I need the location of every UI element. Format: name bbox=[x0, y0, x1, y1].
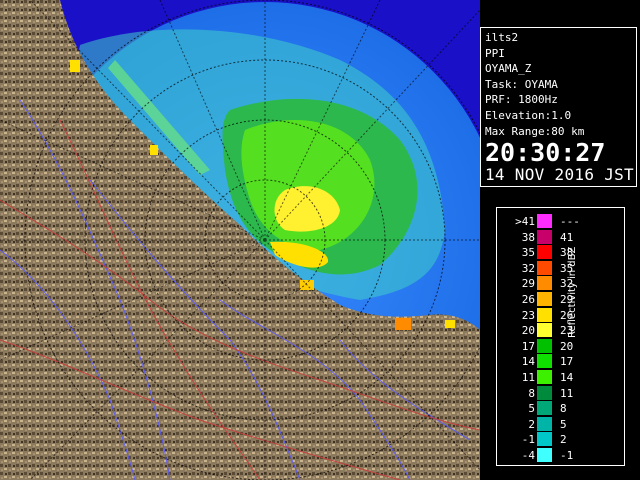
legend-high-value: 11 bbox=[560, 386, 574, 400]
legend-low-value: 11 bbox=[521, 371, 535, 384]
prf-value: PRF: 1800Hz bbox=[485, 93, 558, 107]
scan-date: 14 NOV 2016 JST bbox=[485, 165, 634, 185]
legend-color-swatch bbox=[537, 307, 552, 322]
legend-row: 26 29 bbox=[497, 292, 624, 307]
legend-high-value: 14 bbox=[560, 371, 574, 384]
legend-color-swatch bbox=[537, 354, 552, 369]
legend-color-swatch bbox=[537, 448, 552, 462]
legend-row: -4 -1 bbox=[497, 448, 624, 463]
legend-low-value: 32 bbox=[521, 261, 535, 275]
legend-low-value: 23 bbox=[521, 308, 535, 322]
legend-color-swatch bbox=[537, 260, 552, 275]
legend-row: -1 2 bbox=[497, 432, 624, 447]
legend-high-value: -1 bbox=[560, 449, 574, 462]
legend-row: >41 --- bbox=[497, 214, 624, 229]
legend-low-value: 5 bbox=[528, 402, 535, 416]
legend-low-value: 38 bbox=[521, 230, 535, 244]
legend-color-swatch bbox=[537, 214, 552, 228]
max-range-value: Max Range:80 km bbox=[485, 124, 585, 138]
radar-map bbox=[0, 0, 480, 480]
elevation-value: Elevation:1.0 bbox=[485, 108, 572, 122]
legend-color-swatch bbox=[537, 370, 552, 384]
legend-color-swatch bbox=[537, 338, 552, 353]
legend-color-swatch bbox=[537, 416, 552, 431]
reflectivity-legend: >41 --- 38 41 35 38 32 35 29 32 26 29 23 26 20 23 17 20 14… bbox=[496, 207, 625, 466]
legend-low-value: 2 bbox=[528, 417, 535, 431]
legend-low-value: 8 bbox=[528, 386, 535, 400]
legend-low-value: 26 bbox=[521, 293, 535, 306]
legend-color-swatch bbox=[537, 432, 552, 447]
legend-color-swatch bbox=[537, 401, 552, 416]
radar-ppi-display[interactable] bbox=[0, 0, 480, 480]
legend-row: 32 35 bbox=[497, 260, 624, 276]
legend-low-value: 29 bbox=[521, 277, 535, 291]
legend-row: 58 bbox=[497, 401, 624, 416]
legend-low-value: >41 bbox=[515, 215, 535, 228]
legend-low-value: 35 bbox=[521, 246, 535, 260]
legend-row: 8 11 bbox=[497, 385, 624, 401]
legend-row: 17 20 bbox=[497, 338, 624, 354]
legend-unit-label: Reflectivity in dBZ bbox=[567, 246, 578, 338]
product-name: ilts2 bbox=[485, 31, 519, 44]
legend-high-value: 2 bbox=[560, 433, 567, 447]
legend-color-swatch bbox=[537, 323, 552, 338]
legend-high-value: 17 bbox=[560, 355, 574, 369]
legend-low-value: 17 bbox=[521, 339, 535, 353]
task-name: Task: OYAMA bbox=[485, 77, 558, 91]
legend-row: 11 14 bbox=[497, 370, 624, 385]
legend-low-value: 14 bbox=[521, 355, 535, 369]
scan-time: 20:30:27 bbox=[485, 138, 606, 168]
scan-mode: PPI bbox=[485, 46, 505, 60]
radar-info-panel: ilts2 PPI OYAMA_Z Task: OYAMA PRF: 1800H… bbox=[480, 27, 637, 187]
legend-low-value: -1 bbox=[521, 433, 535, 447]
legend-row: 29 32 bbox=[497, 276, 624, 291]
legend-color-swatch bbox=[537, 276, 552, 291]
legend-row: 35 38 bbox=[497, 245, 624, 260]
legend-color-swatch bbox=[537, 385, 552, 400]
legend-color-swatch bbox=[537, 229, 552, 244]
legend-color-swatch bbox=[537, 292, 552, 306]
legend-high-value: 5 bbox=[560, 417, 567, 431]
legend-low-value: 20 bbox=[521, 324, 535, 338]
legend-row: 23 26 bbox=[497, 307, 624, 323]
legend-high-value: 8 bbox=[560, 402, 567, 416]
legend-row: 14 17 bbox=[497, 354, 624, 369]
legend-color-swatch bbox=[537, 245, 552, 260]
legend-row: 38 41 bbox=[497, 229, 624, 245]
legend-low-value: -4 bbox=[521, 449, 535, 462]
legend-row: 20 23 bbox=[497, 323, 624, 338]
legend-high-value: 20 bbox=[560, 339, 574, 353]
site-name: OYAMA_Z bbox=[485, 62, 532, 76]
legend-row: 25 bbox=[497, 416, 624, 432]
